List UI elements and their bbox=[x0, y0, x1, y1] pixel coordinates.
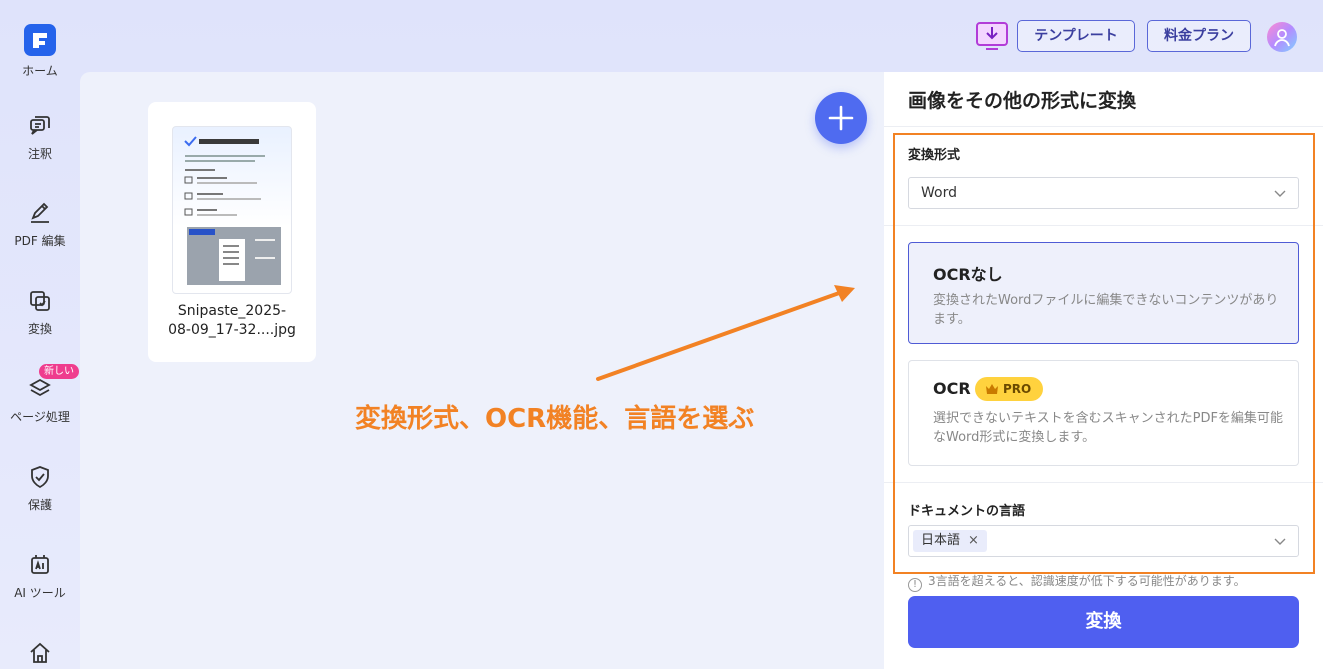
divider bbox=[884, 126, 1323, 127]
sidebar-item-label: AI ツール bbox=[14, 586, 66, 600]
sidebar-item-house[interactable] bbox=[0, 640, 80, 669]
panel-title: 画像をその他の形式に変換 bbox=[908, 90, 1137, 112]
option-no-ocr[interactable]: OCRなし 変換されたWordファイルに編集できないコンテンツがあります。 bbox=[908, 242, 1299, 344]
house-icon bbox=[27, 640, 53, 666]
option-title: OCRなし bbox=[933, 265, 1003, 284]
template-button[interactable]: テンプレート bbox=[1017, 20, 1135, 52]
chevron-down-icon bbox=[1274, 538, 1286, 545]
file-canvas: Snipaste_2025- 08-09_17-32....jpg 変換形式、O… bbox=[80, 72, 884, 669]
sidebar: ホーム 注釈 PDF 編集 変換 新しい ページ処理 保護 AI ツール bbox=[0, 0, 80, 669]
sidebar-item-home[interactable]: ホーム bbox=[0, 24, 80, 79]
remove-tag-icon[interactable]: × bbox=[968, 533, 979, 548]
sidebar-item-label: 保護 bbox=[27, 498, 52, 512]
sidebar-item-pdf-edit[interactable]: PDF 編集 bbox=[0, 200, 80, 249]
convert-panel: 画像をその他の形式に変換 変換形式 Word OCRなし 変換されたWordファ… bbox=[884, 72, 1323, 669]
warning-icon: ! bbox=[908, 578, 922, 592]
option-description: 選択できないテキストを含むスキャンされたPDFを編集可能なWord形式に変換しま… bbox=[933, 411, 1283, 445]
language-warning: ! 3言語を超えると、認識速度が低下する可能性があります。 bbox=[908, 572, 1246, 592]
shield-icon bbox=[27, 464, 53, 490]
home-logo-icon bbox=[24, 24, 56, 56]
format-label: 変換形式 bbox=[908, 148, 961, 163]
chevron-down-icon bbox=[1274, 190, 1286, 197]
convert-icon bbox=[27, 288, 53, 314]
sidebar-item-label: PDF 編集 bbox=[14, 234, 66, 248]
crown-icon bbox=[986, 384, 998, 394]
pricing-plan-button[interactable]: 料金プラン bbox=[1147, 20, 1251, 52]
sidebar-item-label: 変換 bbox=[27, 322, 52, 336]
convert-button[interactable]: 変換 bbox=[908, 596, 1299, 648]
language-select[interactable]: 日本語 × bbox=[908, 525, 1299, 557]
format-select[interactable]: Word bbox=[908, 177, 1299, 209]
annotation-arrow-icon bbox=[596, 285, 855, 381]
language-label: ドキュメントの言語 bbox=[908, 504, 1026, 519]
layers-icon bbox=[27, 376, 53, 402]
edit-pen-icon bbox=[27, 200, 53, 226]
sidebar-item-label: ホーム bbox=[22, 64, 58, 78]
sidebar-item-protect[interactable]: 保護 bbox=[0, 464, 80, 513]
sidebar-item-convert[interactable]: 変換 bbox=[0, 288, 80, 337]
sidebar-item-ai-tools[interactable]: AI ツール bbox=[0, 552, 80, 601]
option-description: 変換されたWordファイルに編集できないコンテンツがあります。 bbox=[933, 293, 1279, 327]
download-app-icon[interactable] bbox=[976, 22, 1008, 52]
comment-icon bbox=[27, 113, 53, 139]
option-ocr[interactable]: OCR PRO 選択できないテキストを含むスキャンされたPDFを編集可能なWor… bbox=[908, 360, 1299, 466]
sidebar-item-label: ページ処理 bbox=[10, 410, 70, 424]
sidebar-item-label: 注釈 bbox=[27, 147, 52, 161]
pro-badge: PRO bbox=[975, 377, 1043, 401]
divider bbox=[884, 225, 1323, 226]
divider bbox=[884, 482, 1323, 483]
option-title: OCR bbox=[933, 379, 971, 398]
ai-tools-icon bbox=[27, 552, 53, 578]
annotation-text: 変換形式、OCR機能、言語を選ぶ bbox=[355, 404, 755, 434]
new-badge: 新しい bbox=[39, 364, 79, 379]
sidebar-item-annotate[interactable]: 注釈 bbox=[0, 113, 80, 162]
avatar[interactable] bbox=[1267, 22, 1297, 52]
sidebar-item-page-process[interactable]: 新しい ページ処理 bbox=[0, 364, 80, 425]
language-tag[interactable]: 日本語 × bbox=[913, 530, 987, 552]
